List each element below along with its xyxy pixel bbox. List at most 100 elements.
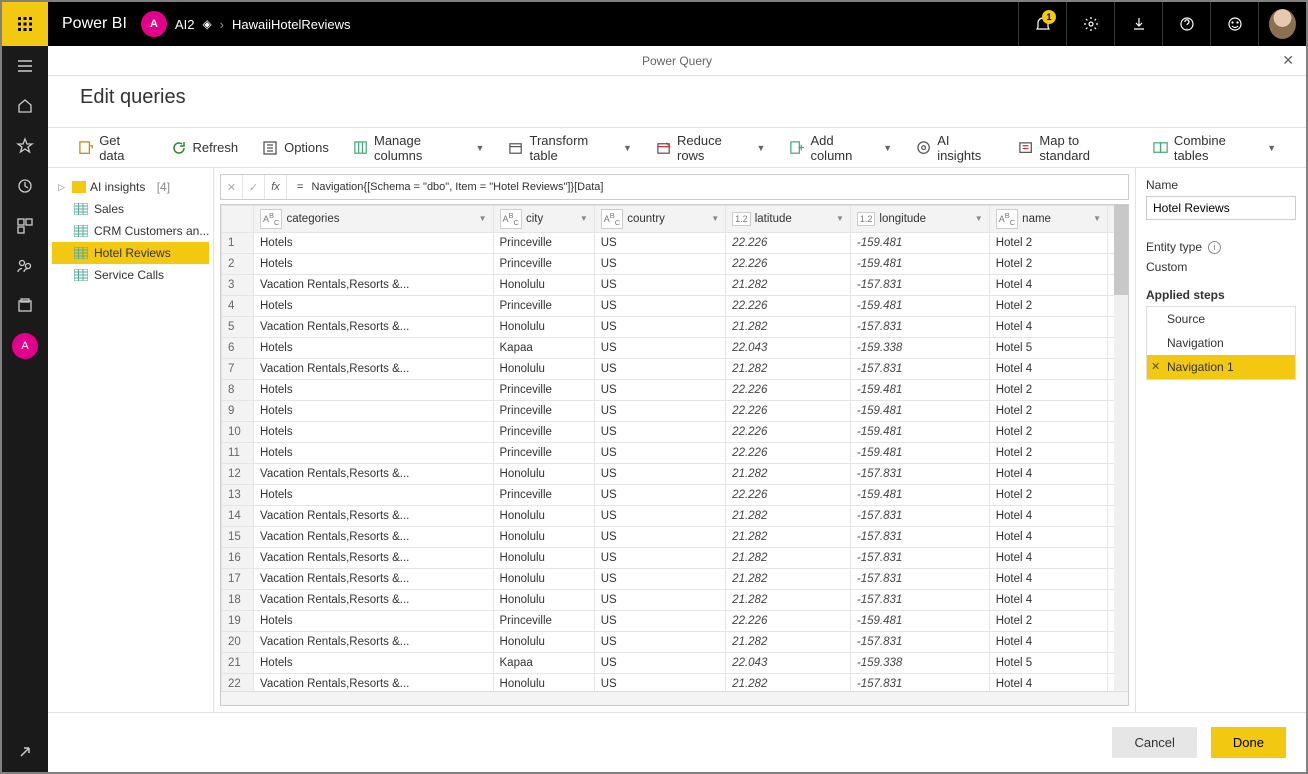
query-item[interactable]: Hotel Reviews [52, 242, 209, 264]
current-workspace-icon[interactable]: A [2, 326, 48, 366]
formula-accept-icon[interactable]: ✓ [243, 175, 265, 199]
table-row[interactable]: 16Vacation Rentals,Resorts &...HonoluluU… [222, 547, 1128, 568]
fx-icon[interactable]: fx [265, 175, 287, 199]
chevron-down-icon: ▼ [1267, 143, 1276, 153]
name-input[interactable] [1146, 196, 1296, 220]
column-header[interactable]: ABCcategories▼ [254, 206, 494, 233]
cancel-button[interactable]: Cancel [1112, 727, 1196, 758]
table-row[interactable]: 17Vacation Rentals,Resorts &...HonoluluU… [222, 568, 1128, 589]
filter-icon[interactable]: ▼ [580, 214, 588, 223]
user-avatar[interactable] [1258, 2, 1306, 46]
applied-step[interactable]: Navigation [1147, 331, 1295, 355]
filter-icon[interactable]: ▼ [479, 214, 487, 223]
transform-table-button[interactable]: Transform table▼ [498, 129, 641, 167]
manage-columns-button[interactable]: Manage columns▼ [343, 129, 495, 167]
table-row[interactable]: 15Vacation Rentals,Resorts &...HonoluluU… [222, 526, 1128, 547]
chevron-down-icon: ▼ [756, 143, 765, 153]
table-row[interactable]: 10HotelsPrincevilleUS22.226-159.481Hotel… [222, 421, 1128, 442]
table-row[interactable]: 7Vacation Rentals,Resorts &...HonoluluUS… [222, 358, 1128, 379]
breadcrumb-item[interactable]: HawaiiHotelReviews [232, 17, 351, 32]
formula-bar[interactable]: ✕ ✓ fx =Navigation{[Schema = "dbo", Item… [220, 174, 1129, 200]
expand-icon[interactable] [2, 732, 48, 772]
table-row[interactable]: 22Vacation Rentals,Resorts &...HonoluluU… [222, 673, 1128, 691]
settings-icon[interactable] [1066, 2, 1114, 46]
table-row[interactable]: 13HotelsPrincevilleUS22.226-159.481Hotel… [222, 484, 1128, 505]
feedback-icon[interactable] [1210, 2, 1258, 46]
filter-icon[interactable]: ▼ [1093, 214, 1101, 223]
app-header: Power BI A AI2 ◈ › HawaiiHotelReviews 1 [2, 2, 1306, 46]
table-icon [74, 247, 88, 259]
breadcrumb: AI2 ◈ › HawaiiHotelReviews [175, 17, 351, 32]
query-item[interactable]: Service Calls [52, 264, 209, 286]
reduce-rows-button[interactable]: Reduce rows▼ [646, 129, 775, 167]
app-name: Power BI [48, 15, 141, 33]
table-row[interactable]: 14Vacation Rentals,Resorts &...HonoluluU… [222, 505, 1128, 526]
options-button[interactable]: Options [252, 136, 339, 160]
filter-icon[interactable]: ▼ [711, 214, 719, 223]
table-row[interactable]: 19HotelsPrincevilleUS22.226-159.481Hotel… [222, 610, 1128, 631]
combine-tables-button[interactable]: Combine tables▼ [1143, 129, 1286, 167]
column-header[interactable]: ABCcountry▼ [594, 206, 725, 233]
tree-group[interactable]: ▷ AI insights [4] [52, 176, 209, 198]
delete-step-icon[interactable]: ✕ [1151, 360, 1160, 373]
formula-text[interactable]: =Navigation{[Schema = "dbo", Item = "Hot… [287, 181, 613, 193]
query-item[interactable]: CRM Customers an... [52, 220, 209, 242]
apps-icon[interactable] [2, 206, 48, 246]
table-row[interactable]: 2HotelsPrincevilleUS22.226-159.481Hotel … [222, 253, 1128, 274]
get-data-button[interactable]: Get data [68, 129, 157, 167]
notification-count: 1 [1042, 10, 1056, 24]
info-icon[interactable]: i [1208, 241, 1221, 254]
table-row[interactable]: 12Vacation Rentals,Resorts &...HonoluluU… [222, 463, 1128, 484]
add-column-button[interactable]: Add column▼ [779, 129, 902, 167]
favorites-icon[interactable] [2, 126, 48, 166]
table-row[interactable]: 3Vacation Rentals,Resorts &...HonoluluUS… [222, 274, 1128, 295]
table-icon [74, 269, 88, 281]
type-icon: 1.2 [857, 212, 876, 226]
name-label: Name [1146, 178, 1296, 192]
table-row[interactable]: 5Vacation Rentals,Resorts &...HonoluluUS… [222, 316, 1128, 337]
help-icon[interactable] [1162, 2, 1210, 46]
workspace-badge[interactable]: A [141, 11, 167, 37]
formula-cancel-icon[interactable]: ✕ [221, 175, 243, 199]
table-row[interactable]: 1HotelsPrincevilleUS22.226-159.481Hotel … [222, 232, 1128, 253]
applied-step[interactable]: Source [1147, 307, 1295, 331]
close-icon[interactable]: ✕ [1282, 52, 1294, 69]
type-icon: 1.2 [732, 212, 751, 226]
query-item[interactable]: Sales [52, 198, 209, 220]
done-button[interactable]: Done [1211, 727, 1286, 758]
waffle-icon[interactable] [2, 2, 48, 46]
row-number-header[interactable] [222, 206, 254, 233]
column-header[interactable]: 1.2latitude▼ [726, 206, 851, 233]
recent-icon[interactable] [2, 166, 48, 206]
notifications-icon[interactable]: 1 [1018, 2, 1066, 46]
table-row[interactable]: 18Vacation Rentals,Resorts &...HonoluluU… [222, 589, 1128, 610]
column-header[interactable]: 1.2longitude▼ [850, 206, 989, 233]
column-header[interactable]: ABCcity▼ [493, 206, 594, 233]
table-row[interactable]: 11HotelsPrincevilleUS22.226-159.481Hotel… [222, 442, 1128, 463]
table-row[interactable]: 9HotelsPrincevilleUS22.226-159.481Hotel … [222, 400, 1128, 421]
data-grid[interactable]: ABCcategories▼ABCcity▼ABCcountry▼1.2lati… [221, 205, 1128, 691]
home-icon[interactable] [2, 86, 48, 126]
breadcrumb-item[interactable]: AI2 [175, 17, 195, 32]
table-row[interactable]: 21HotelsKapaaUS22.043-159.338Hotel 5 [222, 652, 1128, 673]
refresh-button[interactable]: Refresh [161, 136, 249, 160]
applied-step[interactable]: ✕Navigation 1 [1147, 355, 1295, 379]
table-row[interactable]: 20Vacation Rentals,Resorts &...HonoluluU… [222, 631, 1128, 652]
shared-icon[interactable] [2, 246, 48, 286]
type-icon: ABC [996, 209, 1018, 229]
footer: Cancel Done [48, 712, 1306, 772]
filter-icon[interactable]: ▼ [836, 214, 844, 223]
filter-icon[interactable]: ▼ [975, 214, 983, 223]
table-row[interactable]: 6HotelsKapaaUS22.043-159.338Hotel 5 [222, 337, 1128, 358]
table-row[interactable]: 8HotelsPrincevilleUS22.226-159.481Hotel … [222, 379, 1128, 400]
workspaces-icon[interactable] [2, 286, 48, 326]
map-to-standard-button[interactable]: Map to standard [1008, 129, 1139, 167]
hamburger-icon[interactable] [2, 46, 48, 86]
table-row[interactable]: 4HotelsPrincevilleUS22.226-159.481Hotel … [222, 295, 1128, 316]
ai-insights-button[interactable]: AI insights [906, 129, 1004, 167]
horizontal-scrollbar[interactable] [221, 691, 1128, 705]
download-icon[interactable] [1114, 2, 1162, 46]
vertical-scrollbar[interactable] [1114, 205, 1128, 691]
column-header[interactable]: ABCname▼ [989, 206, 1107, 233]
entity-type-value: Custom [1146, 260, 1296, 274]
